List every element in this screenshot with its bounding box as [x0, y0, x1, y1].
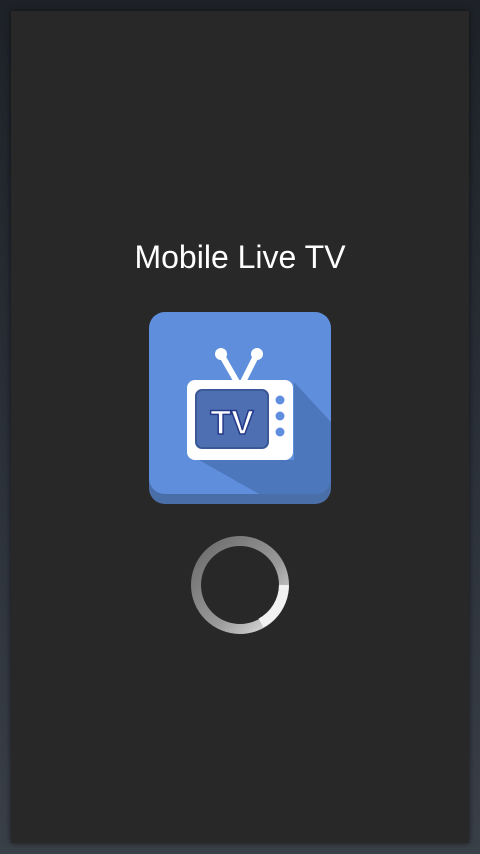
app-title: Mobile Live TV	[134, 239, 346, 275]
spinner-icon	[189, 534, 291, 636]
tv-icon-text: TV	[210, 404, 254, 442]
splash-dialog: Mobile Live TV TV	[11, 11, 469, 843]
tv-icon: TV	[149, 312, 331, 504]
